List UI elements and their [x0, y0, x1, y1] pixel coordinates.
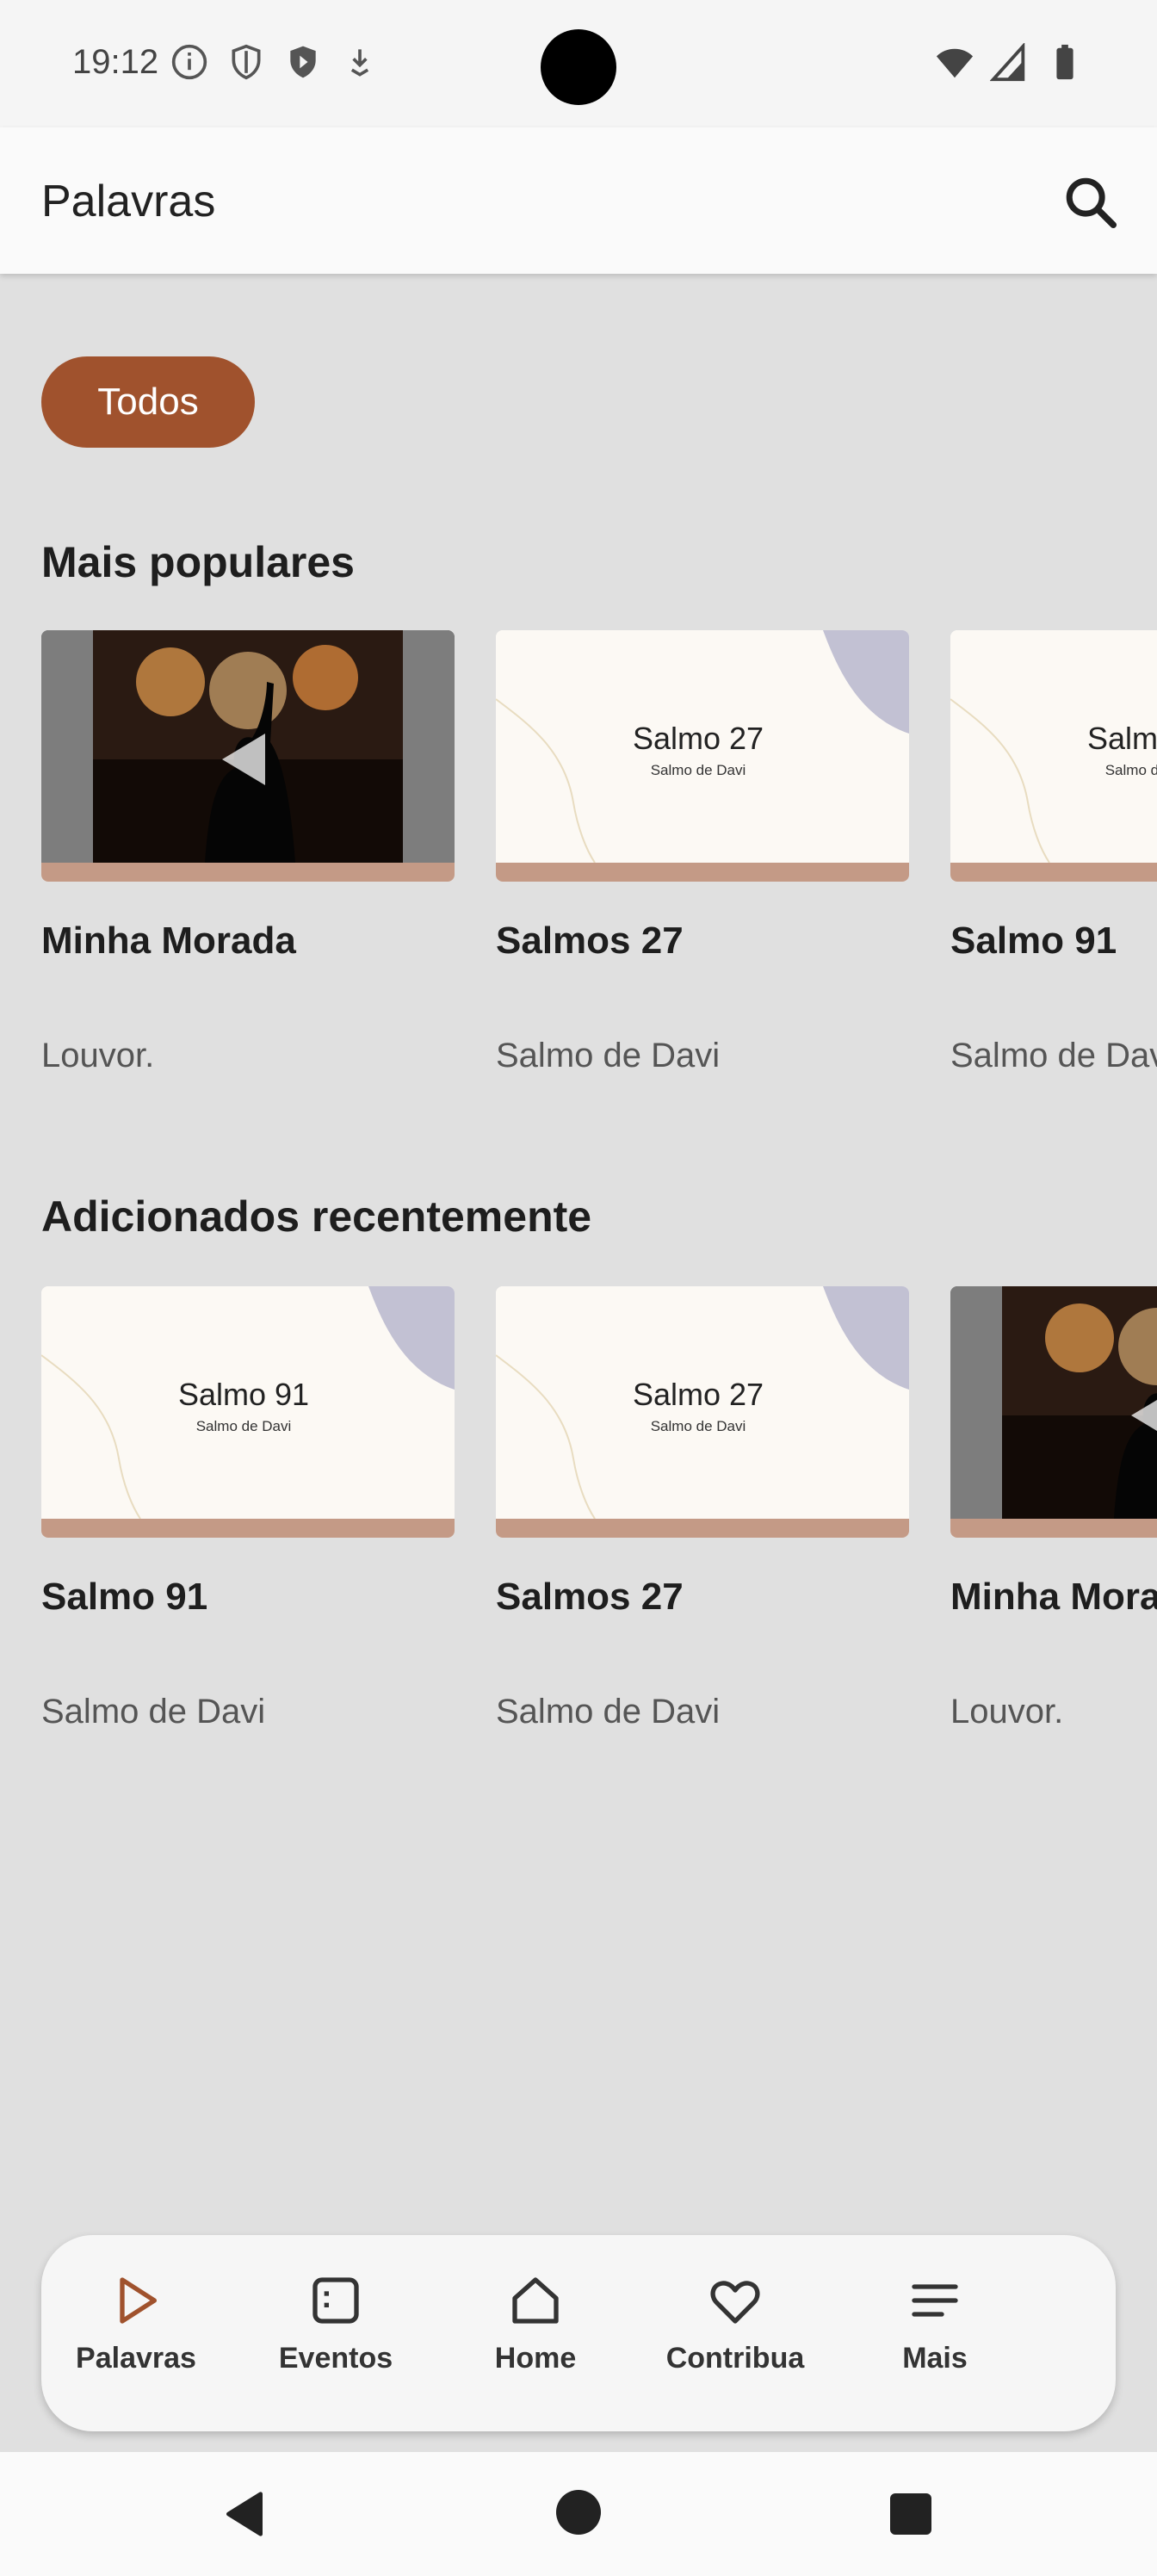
download-icon — [341, 43, 379, 81]
thumbnail-bar — [950, 1519, 1157, 1538]
status-icons-right — [935, 41, 1085, 87]
search-icon — [1066, 177, 1117, 229]
bottom-navigation: Palavras Eventos Home Contribua Mais — [41, 2235, 1116, 2431]
thumbnail-title: Salmo 91 — [178, 1377, 309, 1412]
card-subtitle: Louvor. — [950, 1693, 1064, 1731]
heart-icon — [710, 2281, 760, 2324]
card-title: Salmos 27 — [496, 920, 684, 962]
section-title-popular: Mais populares — [41, 538, 355, 586]
thumbnail-bar — [41, 863, 455, 882]
status-bar: 19:12 — [0, 0, 1157, 127]
content-card[interactable]: Minha Morada Louvor. — [950, 1286, 1157, 1731]
battery-icon — [1045, 43, 1085, 87]
nav-item-contribua[interactable]: Contribua — [640, 2273, 830, 2402]
card-subtitle: Salmo de Davi — [496, 1693, 721, 1731]
camera-cutout — [541, 29, 616, 105]
card-subtitle: Louvor. — [41, 1037, 155, 1074]
content-card[interactable]: Salmo 27 Salmo de Davi Salmos 27 Salmo d… — [496, 1286, 909, 1731]
back-icon — [226, 2492, 263, 2536]
recent-carousel[interactable]: Salmo 91 Salmo de Davi Salmo 91 Salmo de… — [41, 1286, 1157, 1768]
thumbnail-bar — [496, 1519, 909, 1538]
content-card[interactable]: Minha Morada Louvor. — [41, 630, 455, 1074]
recents-button[interactable] — [890, 2493, 931, 2535]
calendar-icon — [312, 2277, 359, 2324]
thumbnail-bar — [496, 863, 909, 882]
card-thumbnail: Salmo 91 Salmo de Davi — [41, 1286, 455, 1538]
nav-label-home: Home — [494, 2342, 577, 2375]
filter-chip-todos[interactable]: Todos — [41, 356, 255, 448]
shield-icon — [227, 43, 265, 81]
play-shield-icon — [284, 43, 322, 81]
nav-item-eventos[interactable]: Eventos — [241, 2273, 430, 2402]
thumbnail-subtitle: Salmo de Davi — [196, 1418, 292, 1434]
card-subtitle: Salmo de Davi — [496, 1037, 721, 1074]
card-title: Salmo 91 — [950, 920, 1117, 962]
content-card[interactable]: Salmo 91 Salmo de Davi Salmo 91 Salmo de… — [41, 1286, 455, 1731]
thumbnail-bar — [950, 863, 1157, 882]
thumbnail-subtitle: Salmo de Davi — [651, 1418, 746, 1434]
thumbnail-subtitle: Salmo de Davi — [1105, 762, 1157, 778]
card-thumbnail — [41, 630, 455, 882]
card-thumbnail — [950, 1286, 1157, 1538]
content-card[interactable]: Salmo 27 Salmo de Davi Salmos 27 Salmo d… — [496, 630, 909, 1074]
card-thumbnail: Salmo 91 Salmo de Davi — [950, 630, 1157, 882]
thumbnail-title: Salmo 91 — [1087, 721, 1157, 756]
thumbnail-title: Salmo 27 — [633, 721, 764, 756]
text-thumbnail-image: Salmo 91 Salmo de Davi — [950, 630, 1157, 863]
nav-label-contribua: Contribua — [665, 2342, 805, 2375]
thumbnail-subtitle: Salmo de Davi — [651, 762, 746, 778]
signal-icon — [989, 41, 1030, 87]
system-navigation-bar — [0, 2452, 1157, 2576]
video-thumbnail-image — [950, 1286, 1157, 1519]
nav-label-mais: Mais — [902, 2342, 968, 2375]
wifi-icon — [935, 43, 974, 87]
nav-item-mais[interactable]: Mais — [840, 2273, 1030, 2402]
card-title: Minha Morada — [41, 920, 296, 962]
menu-icon — [912, 2284, 958, 2317]
text-thumbnail-image: Salmo 27 Salmo de Davi — [496, 630, 909, 863]
search-button[interactable] — [1061, 172, 1121, 232]
status-time: 19:12 — [72, 43, 159, 81]
text-thumbnail-image: Salmo 91 Salmo de Davi — [41, 1286, 455, 1519]
thumbnail-bar — [41, 1519, 455, 1538]
app-bar: Palavras — [0, 127, 1157, 274]
text-thumbnail-image: Salmo 27 Salmo de Davi — [496, 1286, 909, 1519]
nav-label-palavras: Palavras — [76, 2342, 196, 2375]
card-title: Salmo 91 — [41, 1576, 208, 1618]
home-gesture-button[interactable] — [556, 2490, 601, 2535]
status-icons-left — [170, 43, 379, 81]
content-card[interactable]: Salmo 91 Salmo de Davi Salmo 91 Salmo de… — [950, 630, 1157, 1074]
play-icon — [120, 2277, 157, 2324]
nav-item-palavras[interactable]: Palavras — [41, 2273, 231, 2402]
card-subtitle: Salmo de Davi — [950, 1037, 1157, 1074]
home-icon — [512, 2277, 559, 2324]
video-thumbnail-image — [41, 630, 455, 863]
card-title: Salmos 27 — [496, 1576, 684, 1618]
nav-label-eventos: Eventos — [278, 2342, 393, 2375]
popular-carousel[interactable]: Minha Morada Louvor. Salmo 27 Salmo de D… — [41, 630, 1157, 1112]
back-button[interactable] — [220, 2490, 269, 2538]
nav-item-home[interactable]: Home — [441, 2273, 630, 2402]
card-thumbnail: Salmo 27 Salmo de Davi — [496, 630, 909, 882]
page-title: Palavras — [41, 176, 216, 226]
section-title-recent: Adicionados recentemente — [41, 1192, 592, 1241]
thumbnail-title: Salmo 27 — [633, 1377, 764, 1412]
info-icon — [170, 43, 208, 81]
card-title: Minha Morada — [950, 1576, 1157, 1618]
card-subtitle: Salmo de Davi — [41, 1693, 266, 1731]
card-thumbnail: Salmo 27 Salmo de Davi — [496, 1286, 909, 1538]
